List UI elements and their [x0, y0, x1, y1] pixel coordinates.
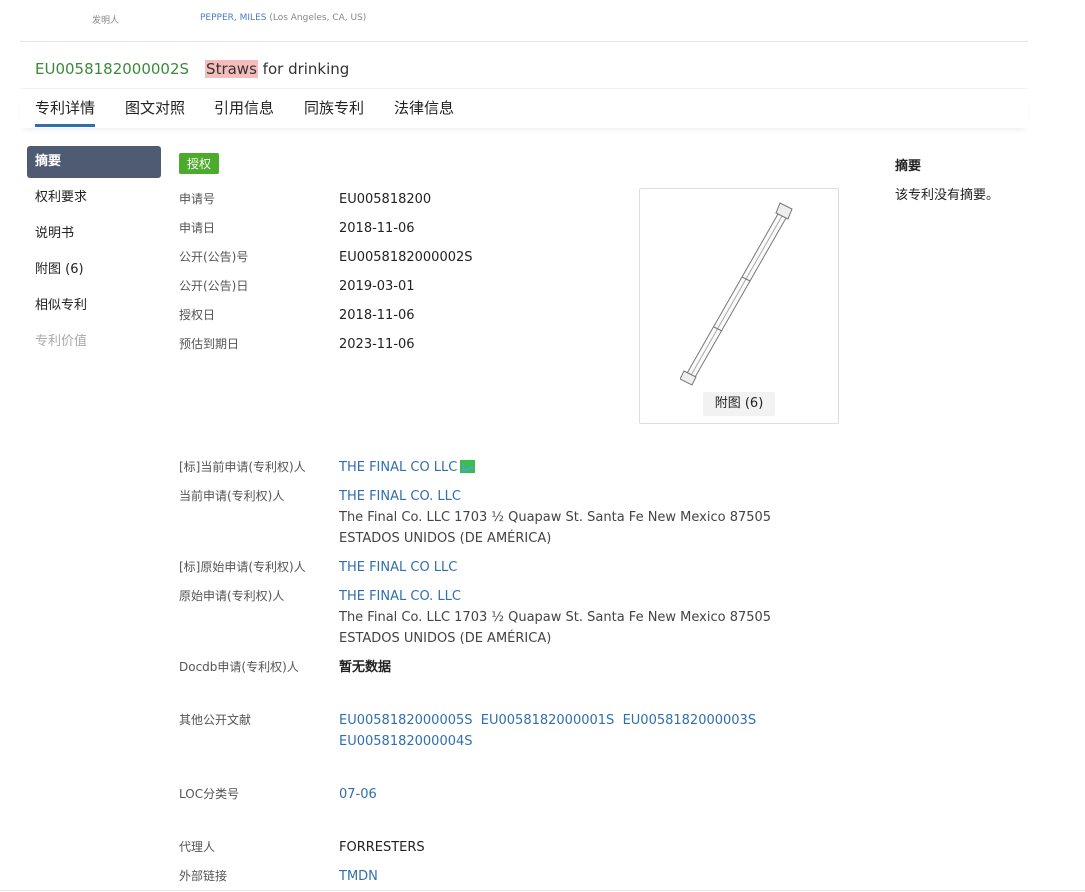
other-publication-link[interactable]: EU0058182000003S	[623, 713, 757, 728]
field-label: 代理人	[179, 840, 216, 854]
field-label: [标]原始申请(专利权)人	[179, 560, 306, 574]
field-label: 原始申请(专利权)人	[179, 589, 285, 603]
other-publication-link[interactable]: EU0058182000004S	[339, 734, 473, 749]
field-label: 授权日	[179, 308, 216, 322]
other-publication-link[interactable]: EU0058182000005S	[339, 713, 473, 728]
original-applicant-address: The Final Co. LLC 1703 ½ Quapaw St. Sant…	[339, 610, 772, 646]
inventor-label: 发明人	[92, 16, 120, 26]
verified-chart-icon[interactable]	[460, 460, 476, 473]
nav-item-description[interactable]: 说明书	[27, 218, 161, 250]
field-value: THE FINAL CO LLC	[339, 557, 819, 578]
field-label: [标]当前申请(专利权)人	[179, 460, 306, 474]
field-value: FORRESTERS	[339, 840, 425, 855]
field-value: 暂无数据	[339, 660, 392, 675]
straw-drawing-icon	[680, 202, 793, 386]
nav-item-value: 专利价值	[35, 334, 88, 349]
field-value: THE FINAL CO. LLC The Final Co. LLC 1703 …	[339, 586, 819, 649]
status-badge: 授权	[179, 153, 220, 174]
inventor-location: (Los Angeles, CA, US)	[269, 13, 367, 23]
nav-item-claims[interactable]: 权利要求	[27, 182, 161, 214]
field-value: EU0058182000005S EU0058182000001S EU0058…	[339, 710, 819, 752]
inventor-bar: 发明人 PEPPER, MILES (Los Angeles, CA, US)	[20, 0, 1028, 42]
section-nav: 摘要 权利要求 说明书 附图 (6) 相似专利 专利价值	[27, 146, 161, 362]
tab-legal[interactable]: 法律信息	[394, 97, 454, 124]
title-rest: for drinking	[257, 60, 350, 78]
field-value: THE FINAL CO. LLC The Final Co. LLC 1703 …	[339, 486, 819, 549]
divider	[0, 890, 1085, 891]
abstract-heading: 摘要	[895, 159, 922, 174]
field-label: LOC分类号	[179, 787, 240, 801]
figure-thumbnail[interactable]: 附图 (6)	[639, 188, 839, 424]
tab-family[interactable]: 同族专利	[304, 97, 364, 124]
current-applicant-address: The Final Co. LLC 1703 ½ Quapaw St. Sant…	[339, 510, 772, 546]
patent-title: EU0058182000002S Straws for drinking	[35, 60, 349, 78]
loc-class-link[interactable]: 07-06	[339, 784, 819, 805]
inventor-name[interactable]: PEPPER, MILES	[200, 13, 266, 23]
field-value: THE FINAL CO LLC	[339, 457, 819, 478]
field-label: 公开(公告)号	[179, 250, 249, 264]
original-applicant-link[interactable]: THE FINAL CO. LLC	[339, 589, 461, 604]
nav-item-figures[interactable]: 附图 (6)	[27, 254, 161, 286]
std-current-applicant-link[interactable]: THE FINAL CO LLC	[339, 460, 457, 475]
current-applicant-link[interactable]: THE FINAL CO. LLC	[339, 489, 461, 504]
abstract-text: 该专利没有摘要。	[895, 188, 1000, 203]
nav-item-abstract[interactable]: 摘要	[27, 146, 161, 178]
field-label: Docdb申请(专利权)人	[179, 660, 299, 674]
field-label: 当前申请(专利权)人	[179, 489, 285, 503]
detail-tabs: 专利详情 图文对照 引用信息 同族专利 法律信息	[20, 88, 1028, 128]
field-label: 其他公开文献	[179, 713, 252, 727]
external-link-tmdn[interactable]: TMDN	[339, 866, 819, 887]
tab-image-text[interactable]: 图文对照	[125, 97, 185, 124]
nav-item-similar[interactable]: 相似专利	[27, 290, 161, 322]
other-publication-link[interactable]: EU0058182000001S	[481, 713, 615, 728]
abstract-panel: 摘要 该专利没有摘要。	[895, 155, 999, 203]
title-highlight: Straws	[205, 60, 258, 78]
inventor-value[interactable]: PEPPER, MILES (Los Angeles, CA, US)	[200, 13, 366, 23]
field-label: 公开(公告)日	[179, 279, 249, 293]
figures-button[interactable]: 附图 (6)	[703, 392, 775, 416]
patent-pub-number: EU0058182000002S	[35, 60, 190, 78]
field-label: 申请号	[179, 192, 216, 206]
std-original-applicant-link[interactable]: THE FINAL CO LLC	[339, 560, 457, 575]
tab-patent-detail[interactable]: 专利详情	[35, 97, 96, 127]
tab-citations[interactable]: 引用信息	[214, 97, 274, 124]
field-label: 申请日	[179, 221, 216, 235]
field-label: 预估到期日	[179, 337, 240, 351]
field-label: 外部链接	[179, 869, 228, 883]
